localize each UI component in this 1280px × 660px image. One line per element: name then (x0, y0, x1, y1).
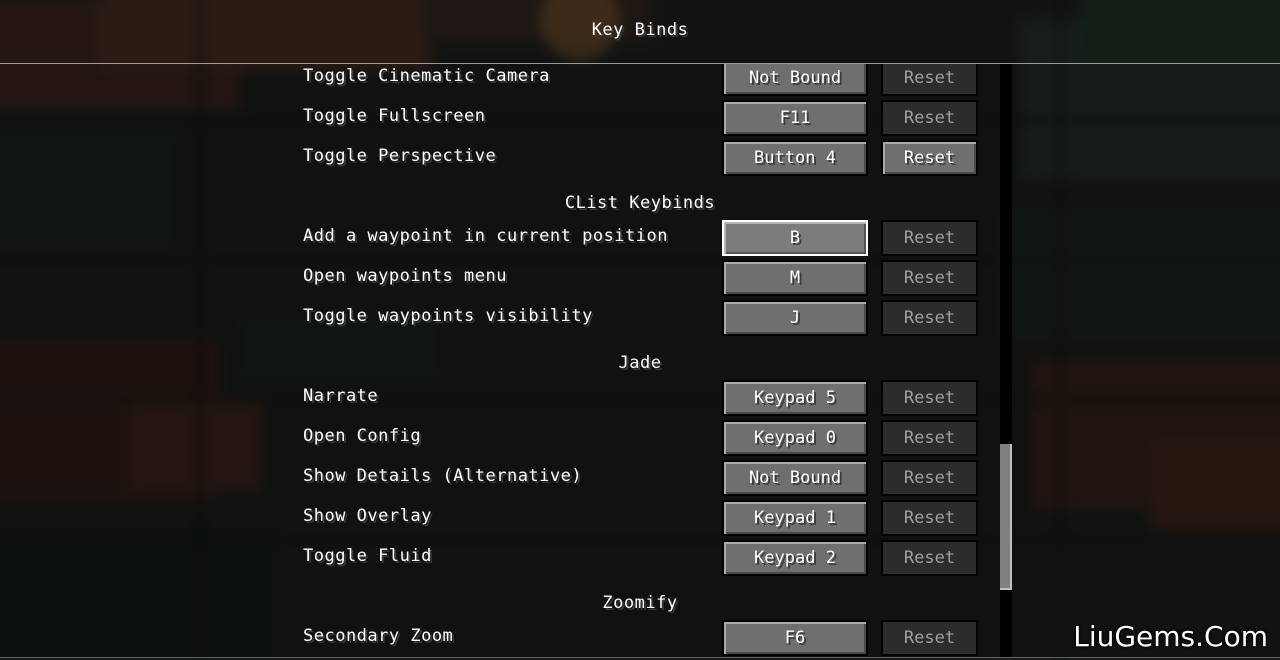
keybind-row: Show Details (Alternative) Not Bound Res… (0, 460, 1280, 500)
keybind-key-button[interactable]: Keypad 5 (722, 380, 868, 416)
keybind-key-button[interactable]: Keypad 1 (722, 500, 868, 536)
keybind-key-button[interactable]: B (722, 220, 868, 256)
reset-button[interactable]: Reset (881, 64, 978, 96)
reset-button[interactable]: Reset (881, 140, 978, 176)
reset-button[interactable]: Reset (881, 500, 978, 536)
keybind-key-button[interactable]: F11 (722, 100, 868, 136)
reset-button[interactable]: Reset (881, 260, 978, 296)
scrollbar-thumb[interactable] (1000, 444, 1012, 590)
category-label: Jade (618, 353, 662, 373)
keybind-row: Toggle Perspective Button 4 Reset (0, 140, 1280, 180)
page-title: Key Binds (591, 20, 689, 40)
keybind-row: Toggle waypoints visibility J Reset (0, 300, 1280, 340)
keybind-action-label: Toggle Fluid (303, 546, 432, 566)
keybind-key-button[interactable]: M (722, 260, 868, 296)
keybind-list[interactable]: Toggle Cinematic Camera Not Bound Reset … (0, 64, 1280, 657)
category-label: Zoomify (602, 593, 678, 613)
keybind-action-label: Narrate (303, 386, 379, 406)
reset-button[interactable]: Reset (881, 220, 978, 256)
footer-divider (0, 657, 1280, 658)
reset-button[interactable]: Reset (881, 420, 978, 456)
keybind-row: Open waypoints menu M Reset (0, 260, 1280, 300)
keybind-row: Add a waypoint in current position B Res… (0, 220, 1280, 260)
keybind-action-label: Secondary Zoom (303, 626, 454, 646)
reset-button[interactable]: Reset (881, 100, 978, 136)
reset-button[interactable]: Reset (881, 540, 978, 576)
category-label: CList Keybinds (564, 193, 716, 213)
reset-button[interactable]: Reset (881, 300, 978, 336)
reset-button[interactable]: Reset (881, 380, 978, 416)
reset-button[interactable]: Reset (881, 460, 978, 496)
keybind-row: Narrate Keypad 5 Reset (0, 380, 1280, 420)
keybind-row: Toggle Fullscreen F11 Reset (0, 100, 1280, 140)
keybind-key-button[interactable]: Not Bound (722, 64, 868, 96)
keybind-key-button[interactable]: Button 4 (722, 140, 868, 176)
keybind-action-label: Open Config (303, 426, 422, 446)
keybind-action-label: Open waypoints menu (303, 266, 507, 286)
keybind-row: Show Overlay Keypad 1 Reset (0, 500, 1280, 540)
keybind-action-label: Show Details (Alternative) (303, 466, 583, 486)
keybind-action-label: Toggle Cinematic Camera (303, 66, 550, 86)
keybind-action-label: Toggle Fullscreen (303, 106, 486, 126)
key-binds-screen: Key Binds Toggle Cinematic Camera Not Bo… (0, 0, 1280, 660)
keybind-row: Open Config Keypad 0 Reset (0, 420, 1280, 460)
reset-button[interactable]: Reset (881, 620, 978, 656)
keybind-row: Toggle Cinematic Camera Not Bound Reset (0, 64, 1280, 100)
keybind-key-button[interactable]: F6 (722, 620, 868, 656)
keybind-key-button[interactable]: Keypad 2 (722, 540, 868, 576)
keybind-row: Toggle Fluid Keypad 2 Reset (0, 540, 1280, 580)
keybind-action-label: Toggle waypoints visibility (303, 306, 593, 326)
watermark-text: LiuGems.Com (1073, 620, 1268, 653)
keybind-key-button[interactable]: J (722, 300, 868, 336)
keybind-action-label: Toggle Perspective (303, 146, 497, 166)
keybind-key-button[interactable]: Not Bound (722, 460, 868, 496)
keybind-key-button[interactable]: Keypad 0 (722, 420, 868, 456)
keybind-action-label: Show Overlay (303, 506, 432, 526)
keybind-action-label: Add a waypoint in current position (303, 226, 668, 246)
